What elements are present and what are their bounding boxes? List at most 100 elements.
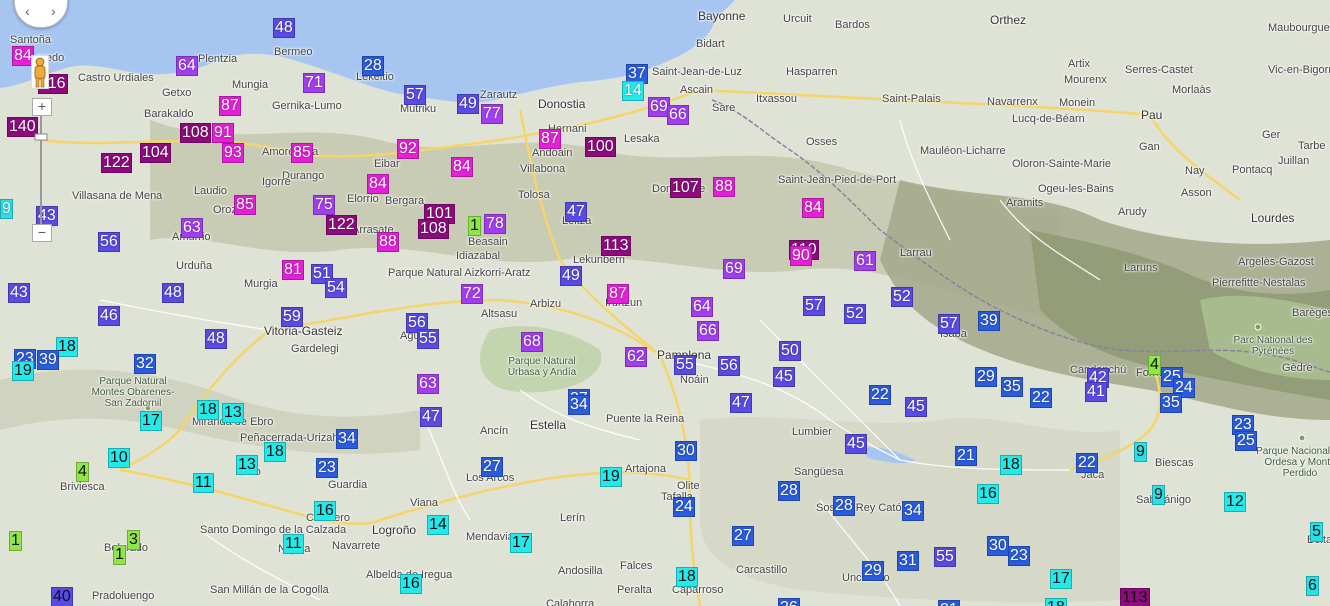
precipitation-marker[interactable]: 31 <box>897 551 919 571</box>
precipitation-marker[interactable]: 45 <box>773 367 795 387</box>
precipitation-marker[interactable]: 27 <box>732 526 754 546</box>
precipitation-marker[interactable]: 81 <box>282 260 304 280</box>
precipitation-marker[interactable]: 66 <box>697 321 719 341</box>
precipitation-marker[interactable]: 28 <box>833 496 855 516</box>
precipitation-marker[interactable]: 26 <box>778 598 800 606</box>
precipitation-marker[interactable]: 47 <box>420 407 442 427</box>
pan-up-icon[interactable]: ⌃ <box>37 0 47 9</box>
precipitation-marker[interactable]: 45 <box>845 434 867 454</box>
precipitation-marker[interactable]: 17 <box>140 411 162 431</box>
precipitation-marker[interactable]: 84 <box>802 198 824 218</box>
precipitation-marker[interactable]: 122 <box>101 153 132 173</box>
precipitation-marker[interactable]: 21 <box>955 446 977 466</box>
precipitation-marker[interactable]: 17 <box>510 533 532 553</box>
precipitation-marker[interactable]: 16 <box>977 484 999 504</box>
precipitation-marker[interactable]: 18 <box>197 400 219 420</box>
precipitation-marker[interactable]: 48 <box>273 18 295 38</box>
precipitation-marker[interactable]: 93 <box>222 143 244 163</box>
precipitation-marker[interactable]: 28 <box>778 481 800 501</box>
precipitation-marker[interactable]: 39 <box>978 311 1000 331</box>
precipitation-marker[interactable]: 10 <box>108 448 130 468</box>
precipitation-marker[interactable]: 13 <box>222 403 244 423</box>
precipitation-marker[interactable]: 45 <box>905 397 927 417</box>
precipitation-marker[interactable]: 107 <box>670 178 701 198</box>
precipitation-marker[interactable]: 55 <box>674 355 696 375</box>
precipitation-marker[interactable]: 18 <box>264 442 286 462</box>
precipitation-marker[interactable]: 11 <box>283 534 304 554</box>
precipitation-marker[interactable]: 9 <box>1134 442 1147 462</box>
precipitation-marker[interactable]: 9 <box>1152 485 1165 505</box>
precipitation-marker[interactable]: 4 <box>1148 355 1161 375</box>
precipitation-marker[interactable]: 4 <box>76 462 89 482</box>
precipitation-marker[interactable]: 87 <box>607 284 629 304</box>
zoom-slider[interactable] <box>32 116 50 224</box>
precipitation-marker[interactable]: 75 <box>313 195 335 215</box>
precipitation-marker[interactable]: 47 <box>565 202 587 222</box>
precipitation-marker[interactable]: 64 <box>691 297 713 317</box>
precipitation-marker[interactable]: 22 <box>1030 388 1052 408</box>
precipitation-marker[interactable]: 5 <box>1310 522 1323 542</box>
precipitation-marker[interactable]: 61 <box>854 251 876 271</box>
precipitation-marker[interactable]: 19 <box>600 467 622 487</box>
precipitation-marker[interactable]: 11 <box>193 473 214 493</box>
precipitation-marker[interactable]: 49 <box>457 94 479 114</box>
precipitation-marker[interactable]: 30 <box>987 536 1009 556</box>
precipitation-marker[interactable]: 1 <box>113 545 126 565</box>
precipitation-marker[interactable]: 56 <box>98 232 120 252</box>
precipitation-marker[interactable]: 57 <box>938 314 960 334</box>
precipitation-marker[interactable]: 63 <box>181 218 203 238</box>
precipitation-marker[interactable]: 62 <box>625 347 647 367</box>
precipitation-marker[interactable]: 84 <box>451 157 473 177</box>
precipitation-marker[interactable]: 77 <box>481 104 503 124</box>
zoom-in-button[interactable]: + <box>32 98 52 116</box>
precipitation-marker[interactable]: 41 <box>1085 382 1107 402</box>
street-view-pegman-icon[interactable] <box>31 55 49 89</box>
precipitation-marker[interactable]: 46 <box>98 306 120 326</box>
precipitation-marker[interactable]: 72 <box>461 284 483 304</box>
precipitation-marker[interactable]: 47 <box>730 393 752 413</box>
precipitation-marker[interactable]: 71 <box>303 73 325 93</box>
precipitation-marker[interactable]: 104 <box>140 143 171 163</box>
precipitation-marker[interactable]: 52 <box>891 287 913 307</box>
precipitation-marker[interactable]: 14 <box>622 81 644 101</box>
precipitation-marker[interactable]: 29 <box>975 367 997 387</box>
precipitation-marker[interactable]: 12 <box>1224 492 1246 512</box>
precipitation-marker[interactable]: 18 <box>56 337 78 357</box>
precipitation-marker[interactable]: 122 <box>326 215 357 235</box>
precipitation-marker[interactable]: 55 <box>934 547 956 567</box>
precipitation-marker[interactable]: 1 <box>468 216 481 236</box>
precipitation-marker[interactable]: 90 <box>790 246 812 266</box>
precipitation-marker[interactable]: 35 <box>1160 393 1182 413</box>
precipitation-marker[interactable]: 6 <box>1306 576 1319 596</box>
precipitation-marker[interactable]: 28 <box>362 56 384 76</box>
precipitation-marker[interactable]: 100 <box>585 137 616 157</box>
precipitation-marker[interactable]: 3 <box>127 530 140 550</box>
precipitation-marker[interactable]: 55 <box>417 329 439 349</box>
precipitation-marker[interactable]: 9 <box>0 199 13 219</box>
precipitation-marker[interactable]: 85 <box>234 195 256 215</box>
precipitation-marker[interactable]: 19 <box>12 361 34 381</box>
precipitation-marker[interactable]: 14 <box>427 515 449 535</box>
precipitation-marker[interactable]: 50 <box>779 341 801 361</box>
map-viewport[interactable]: Bayonne Urcuit Bardos Orthez Maubourguet Sant… <box>0 0 1330 606</box>
precipitation-marker[interactable]: 27 <box>481 457 503 477</box>
precipitation-marker[interactable]: 18 <box>676 567 698 587</box>
precipitation-marker[interactable]: 68 <box>521 332 543 352</box>
precipitation-marker[interactable]: 22 <box>1076 453 1098 473</box>
precipitation-marker[interactable]: 63 <box>417 374 439 394</box>
precipitation-marker[interactable]: 40 <box>51 587 73 606</box>
precipitation-marker[interactable]: 66 <box>667 105 689 125</box>
precipitation-marker[interactable]: 113 <box>601 236 631 256</box>
precipitation-marker[interactable]: 78 <box>484 214 506 234</box>
precipitation-marker[interactable]: 69 <box>723 259 745 279</box>
precipitation-marker[interactable]: 39 <box>37 350 59 370</box>
precipitation-marker[interactable]: 32 <box>134 354 156 374</box>
precipitation-marker[interactable]: 56 <box>718 356 740 376</box>
precipitation-marker[interactable]: 57 <box>803 296 825 316</box>
precipitation-marker[interactable]: 92 <box>397 139 419 159</box>
precipitation-marker[interactable]: 18 <box>1000 455 1022 475</box>
precipitation-marker[interactable]: 49 <box>560 266 582 286</box>
precipitation-marker[interactable]: 34 <box>902 501 924 521</box>
precipitation-marker[interactable]: 23 <box>316 458 338 478</box>
precipitation-marker[interactable]: 16 <box>314 501 336 521</box>
